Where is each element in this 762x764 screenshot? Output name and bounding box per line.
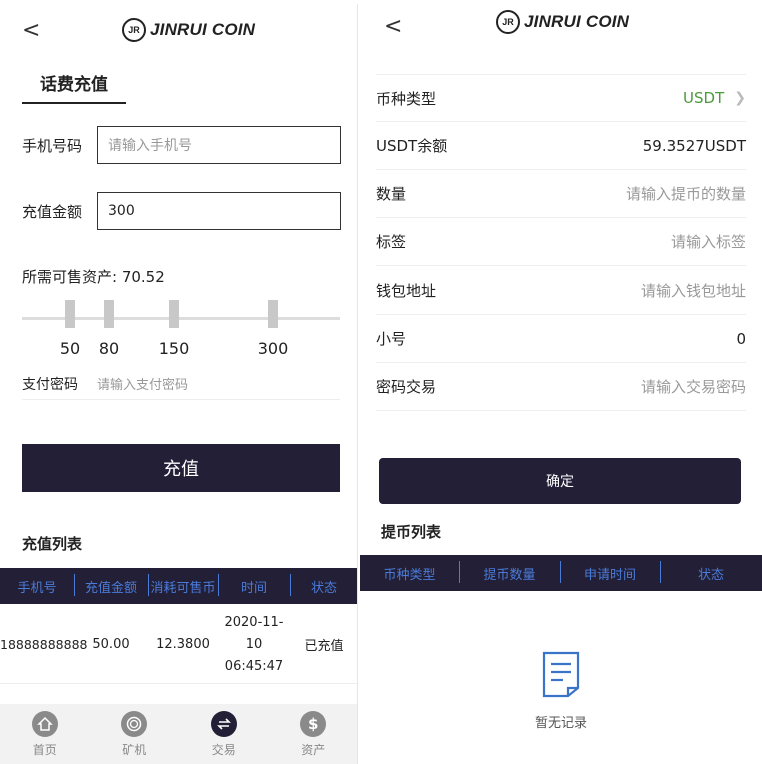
cell-date: 2020-11-10 — [224, 614, 284, 652]
col-withdraw-amount: 提币数量 — [459, 560, 560, 583]
col-time: 时间 — [218, 573, 290, 596]
chevron-right-icon: ❯ — [734, 90, 746, 106]
recharge-panel: < JR JINRUI COIN 话费充值 手机号码 请输入手机号 充值金额 3… — [0, 4, 358, 764]
col-apply-time: 申请时间 — [560, 560, 660, 583]
cell-amount: 50.00 — [92, 637, 130, 652]
amount-label: 充值金额 — [22, 202, 83, 221]
home-icon — [31, 710, 58, 737]
quantity-label: 数量 — [376, 185, 407, 203]
sub-account-value[interactable]: 0 — [736, 330, 746, 348]
brand-logo: JR JINRUI COIN — [122, 18, 255, 42]
cell-consumed: 12.3800 — [156, 637, 210, 652]
tag-label: 标签 — [376, 233, 407, 251]
cell-clock: 06:45:47 — [224, 658, 284, 674]
col-status: 状态 — [660, 560, 762, 583]
empty-document-icon — [542, 651, 580, 698]
coin-type-value: USDT ❯ — [683, 89, 746, 107]
slider-label: 80 — [98, 339, 120, 358]
cell-time: 2020-11-10 06:45:47 — [218, 612, 290, 678]
pay-password-row: 支付密码 请输入支付密码 — [22, 368, 340, 400]
bottom-tab-bar: 首页 矿机 交易 $ 资产 — [0, 704, 358, 764]
slider-stop-50[interactable] — [65, 300, 75, 328]
brand-name: JINRUI COIN — [524, 12, 630, 31]
tag-row: 标签 请输入标签 — [376, 218, 746, 266]
sub-account-row: 小号 0 — [376, 315, 746, 363]
cell-status: 已充值 — [304, 639, 344, 654]
left-header: < JR JINRUI COIN — [0, 4, 357, 58]
col-consumed: 消耗可售币 — [148, 573, 218, 596]
recharge-list-title: 充值列表 — [22, 535, 83, 553]
withdraw-panel: < JR JINRUI COIN 币种类型 USDT ❯ USDT余额 59.3… — [360, 0, 762, 764]
sub-account-label: 小号 — [376, 330, 407, 348]
tag-input[interactable]: 请输入标签 — [671, 231, 746, 252]
pay-password-input[interactable]: 请输入支付密码 — [97, 374, 188, 393]
balance-row: USDT余额 59.3527USDT — [376, 122, 746, 170]
coin-type-label: 币种类型 — [376, 89, 437, 108]
slider-stop-300[interactable] — [268, 300, 278, 328]
logo-mark-icon: JR — [122, 18, 146, 42]
logo-mark-icon: JR — [496, 10, 520, 34]
wallet-address-input[interactable]: 请输入钱包地址 — [641, 280, 746, 301]
miner-icon — [121, 710, 148, 737]
col-amount: 充值金额 — [74, 573, 148, 596]
quantity-input[interactable]: 请输入提币的数量 — [626, 183, 746, 204]
tab-label: 矿机 — [122, 742, 147, 757]
col-status: 状态 — [290, 573, 357, 596]
tab-label: 首页 — [32, 742, 57, 757]
pay-password-label: 支付密码 — [22, 376, 78, 393]
wallet-address-label: 钱包地址 — [376, 282, 437, 300]
coin-type-row[interactable]: 币种类型 USDT ❯ — [376, 74, 746, 122]
quantity-row: 数量 请输入提币的数量 — [376, 170, 746, 218]
confirm-button[interactable]: 确定 — [379, 458, 741, 504]
screen: < JR JINRUI COIN 话费充值 手机号码 请输入手机号 充值金额 3… — [0, 0, 762, 764]
tab-label: 交易 — [211, 742, 236, 757]
page-title: 话费充值 — [22, 70, 126, 104]
wallet-address-row: 钱包地址 请输入钱包地址 — [376, 267, 746, 315]
empty-state: 暂无记录 — [360, 650, 762, 731]
trade-password-label: 密码交易 — [376, 378, 437, 396]
withdraw-list-title: 提币列表 — [381, 523, 442, 541]
tab-assets[interactable]: $ 资产 — [269, 704, 358, 764]
trade-password-row: 密码交易 请输入交易密码 — [376, 363, 746, 411]
balance-label: USDT余额 — [376, 137, 448, 155]
right-header: < JR JINRUI COIN — [360, 0, 762, 54]
tab-trade[interactable]: 交易 — [179, 704, 269, 764]
brand-logo: JR JINRUI COIN — [496, 10, 629, 34]
col-phone: 手机号 — [17, 580, 57, 596]
tab-home[interactable]: 首页 — [0, 704, 90, 764]
empty-label: 暂无记录 — [534, 716, 587, 731]
amount-row: 充值金额 300 — [22, 192, 341, 230]
tab-label: 资产 — [301, 742, 326, 757]
tab-miner[interactable]: 矿机 — [90, 704, 180, 764]
slider-label: 300 — [257, 339, 289, 358]
phone-row: 手机号码 请输入手机号 — [22, 126, 341, 164]
slider-label: 50 — [59, 339, 81, 358]
required-assets: 所需可售资产: 70.52 — [22, 268, 165, 286]
trade-icon — [210, 710, 237, 737]
col-coin-type: 币种类型 — [383, 567, 436, 583]
back-button[interactable]: < — [384, 16, 402, 38]
amount-input[interactable]: 300 — [97, 192, 341, 230]
slider-label: 150 — [158, 339, 190, 358]
slider-stop-80[interactable] — [104, 300, 114, 328]
brand-name: JINRUI COIN — [150, 20, 256, 39]
trade-password-input[interactable]: 请输入交易密码 — [641, 376, 746, 397]
recharge-button[interactable]: 充值 — [22, 444, 340, 492]
coin-type-selected: USDT — [683, 89, 725, 107]
assets-icon: $ — [300, 710, 327, 737]
balance-value: 59.3527USDT — [642, 136, 746, 155]
recharge-table-header: 手机号 充值金额 消耗可售币 时间 状态 — [0, 568, 357, 604]
cell-phone: 18888888888 — [0, 637, 88, 652]
phone-label: 手机号码 — [22, 136, 83, 155]
withdraw-table-header: 币种类型 提币数量 申请时间 状态 — [360, 555, 762, 591]
back-button[interactable]: < — [22, 20, 40, 42]
table-row: 18888888888 50.00 12.3800 2020-11-10 06:… — [0, 606, 357, 684]
slider-stop-150[interactable] — [169, 300, 179, 328]
phone-input[interactable]: 请输入手机号 — [97, 126, 341, 164]
